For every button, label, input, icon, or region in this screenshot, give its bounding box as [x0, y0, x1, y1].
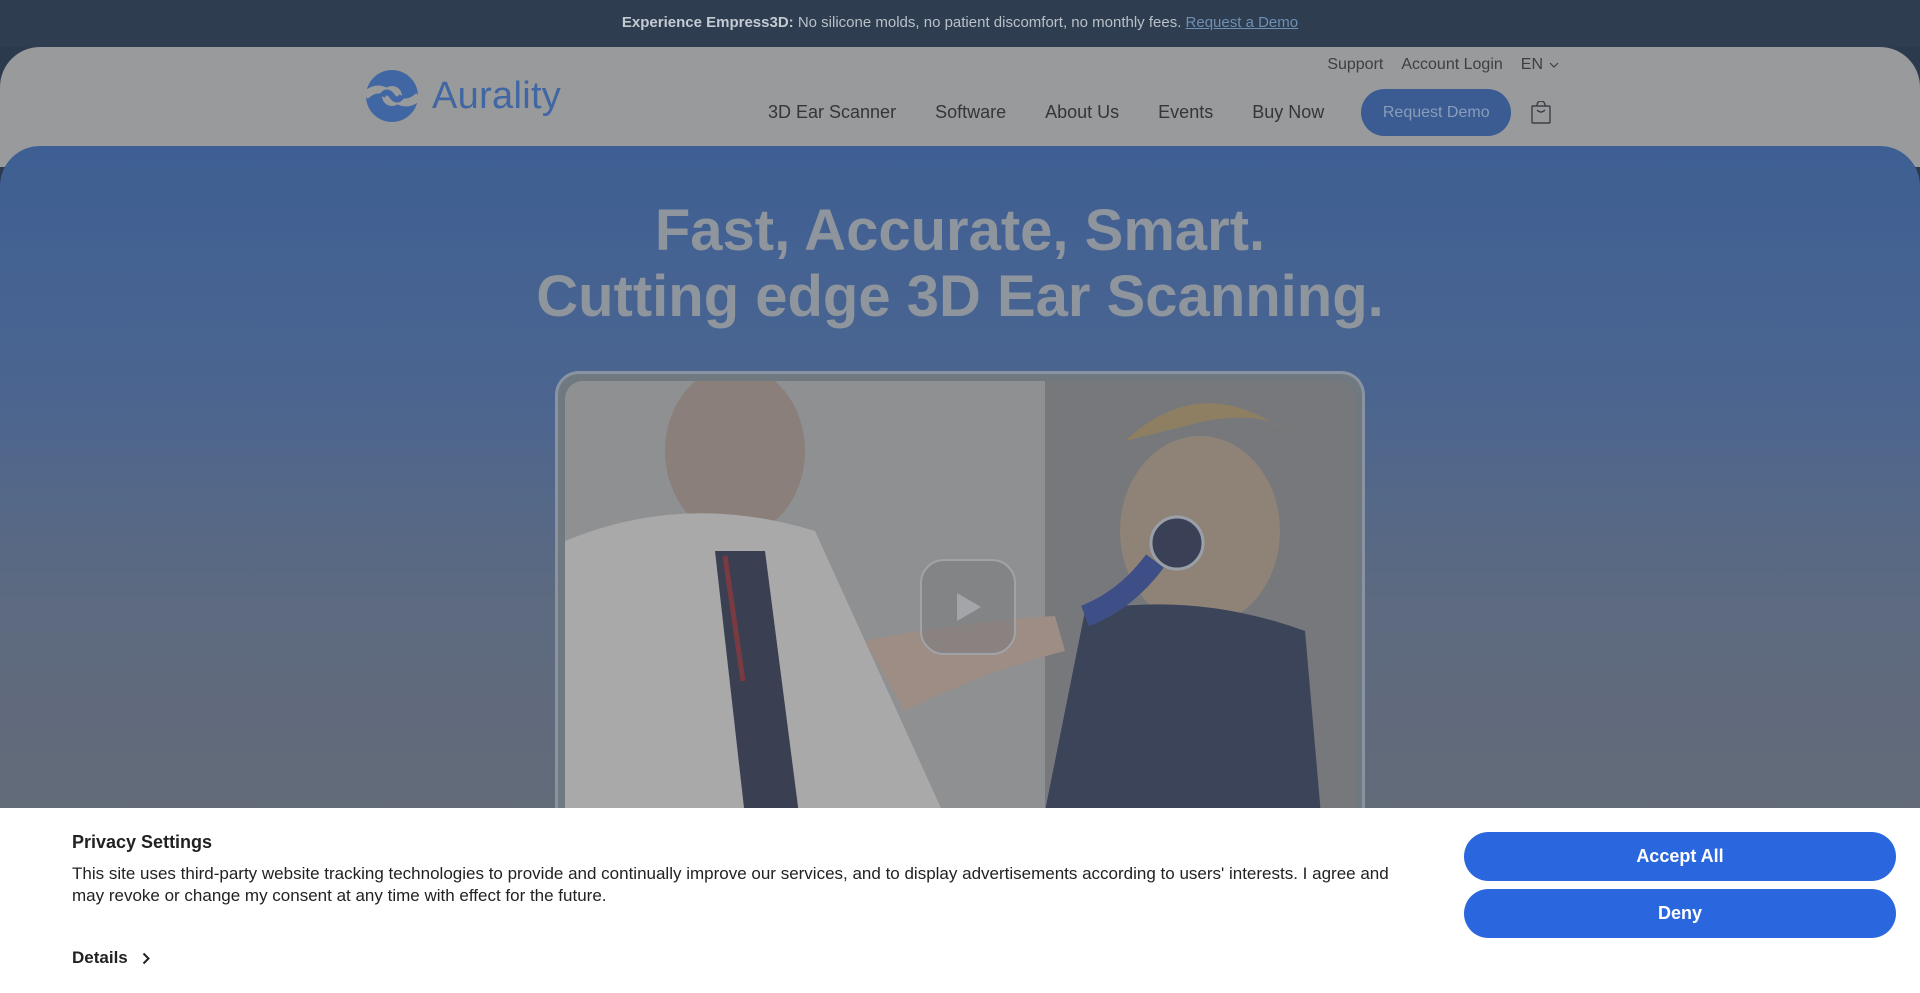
promo-bold: Experience Empress3D:	[621, 14, 794, 31]
video-frame	[555, 371, 1365, 871]
cookie-details-link[interactable]: Details	[72, 948, 150, 968]
nav-buy-now[interactable]: Buy Now	[1252, 102, 1324, 123]
utility-nav: Support Account Login EN	[1327, 56, 1559, 74]
logo-text: Aurality	[432, 74, 562, 117]
hero-section: Fast, Accurate, Smart. Cutting edge 3D E…	[0, 146, 1920, 871]
promo-bar: Experience Empress3D: No silicone molds,…	[0, 0, 1920, 47]
nav-about-us[interactable]: About Us	[1045, 102, 1119, 123]
play-button[interactable]	[920, 559, 1016, 655]
language-selector[interactable]: EN	[1521, 56, 1559, 74]
nav-3d-ear-scanner[interactable]: 3D Ear Scanner	[768, 102, 896, 123]
hero-video[interactable]	[565, 381, 1355, 861]
cookie-title: Privacy Settings	[72, 832, 213, 852]
promo-demo-link[interactable]: Request a Demo	[1186, 14, 1299, 31]
cart-button[interactable]	[1529, 100, 1553, 126]
promo-text: No silicone molds, no patient discomfort…	[793, 14, 1186, 31]
chevron-down-icon	[1549, 62, 1559, 68]
deny-button[interactable]: Deny	[1464, 889, 1896, 938]
cookie-description: This site uses third-party website track…	[72, 864, 1389, 905]
cookie-banner: Privacy Settings This site uses third-pa…	[0, 808, 1920, 993]
details-label: Details	[72, 948, 128, 967]
nav-software[interactable]: Software	[935, 102, 1006, 123]
account-login-link[interactable]: Account Login	[1401, 56, 1502, 74]
chevron-right-icon	[142, 952, 150, 964]
accept-all-button[interactable]: Accept All	[1464, 832, 1896, 881]
play-icon	[957, 593, 981, 621]
hero-heading-line-1: Fast, Accurate, Smart.	[654, 198, 1266, 263]
logo[interactable]: Aurality	[360, 69, 561, 123]
nav-events[interactable]: Events	[1158, 102, 1213, 123]
support-link[interactable]: Support	[1327, 56, 1383, 74]
shopping-bag-icon	[1531, 101, 1551, 124]
request-demo-button[interactable]: Request Demo	[1361, 89, 1512, 136]
language-label: EN	[1520, 56, 1543, 73]
main-nav: 3D Ear Scanner Software About Us Events …	[768, 89, 1553, 136]
aurality-logo-icon	[362, 70, 422, 122]
hero-heading-line-2: Cutting edge 3D Ear Scanning.	[536, 264, 1384, 329]
